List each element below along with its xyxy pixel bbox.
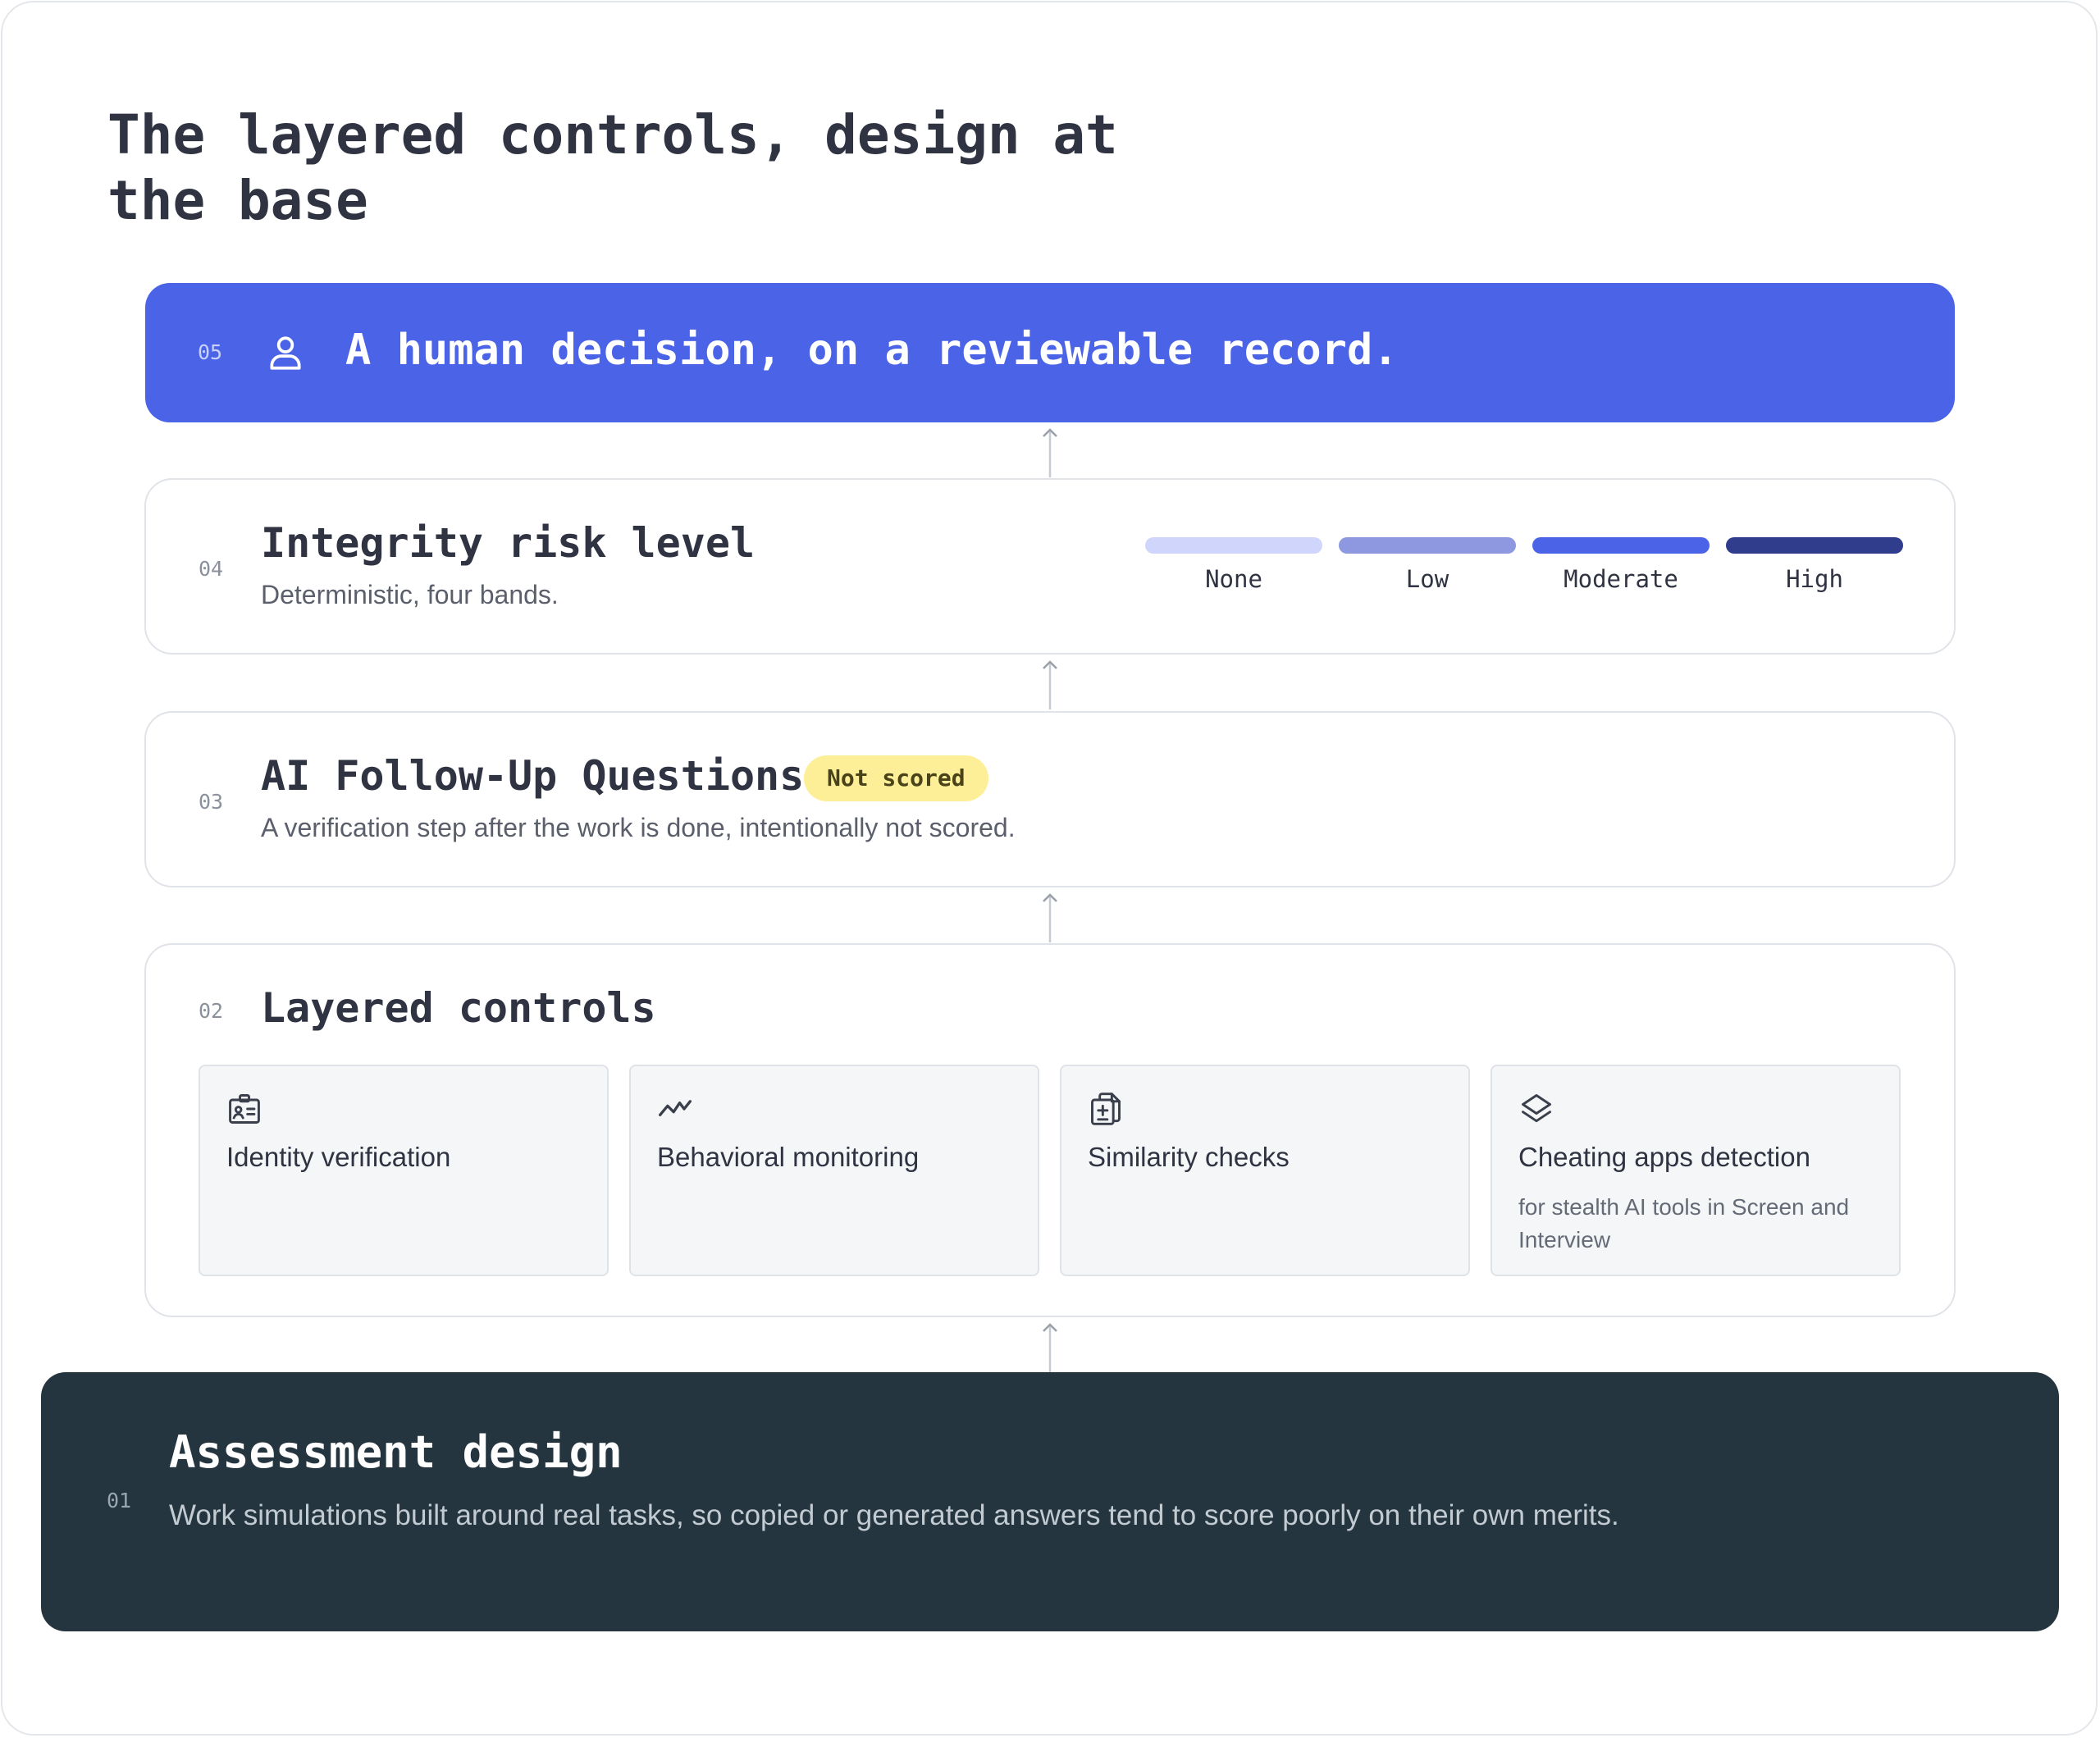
connector-arrow [1043, 1323, 1057, 1372]
card-label: Cheating apps detection [1518, 1142, 1810, 1172]
risk-band-bar [1339, 537, 1516, 554]
risk-band-none: None [1145, 537, 1322, 593]
documents-icon [1091, 1093, 1121, 1125]
risk-band-label: Moderate [1564, 565, 1678, 593]
layer-integrity-risk: 04 Integrity risk level Deterministic, f… [144, 478, 1956, 655]
control-card-similarity-checks: Similarity checks [1060, 1065, 1470, 1276]
layer-human-decision: 05 A human decision, on a reviewable rec… [145, 283, 1955, 422]
layer-number: 05 [198, 340, 223, 364]
connector-arrow [1043, 893, 1057, 942]
layer-description: Work simulations built around real tasks… [169, 1499, 1619, 1531]
id-card-icon [229, 1094, 260, 1124]
card-label: Identity verification [226, 1142, 451, 1172]
layer-number: 03 [199, 790, 224, 814]
page-title: The layered controls, design at the base [107, 103, 1118, 232]
not-scored-badge: Not scored [804, 755, 988, 801]
layer-ai-follow-up: 03 AI Follow-Up Questions Not scored A v… [144, 711, 1956, 887]
card-label: Similarity checks [1088, 1142, 1290, 1172]
layer-layered-controls: 02 Layered controls Identity verificatio… [144, 943, 1956, 1317]
layers-icon [1522, 1094, 1551, 1123]
layer-description: Deterministic, four bands. [261, 580, 559, 609]
layer-number: 04 [199, 557, 224, 581]
risk-band-low: Low [1339, 537, 1516, 593]
layer-title: AI Follow-Up Questions [261, 752, 805, 800]
control-card-behavioral-monitoring: Behavioral monitoring [629, 1065, 1039, 1276]
card-label: Behavioral monitoring [657, 1142, 920, 1172]
control-card-identity-verification: Identity verification [199, 1065, 609, 1276]
risk-band-label: None [1205, 565, 1262, 593]
person-icon [270, 336, 301, 370]
risk-band-bar [1145, 537, 1322, 554]
risk-band-moderate: Moderate [1532, 537, 1710, 593]
layer-number: 02 [199, 999, 224, 1023]
connector-arrow [1043, 428, 1057, 477]
card-sublabel: for stealth AI tools in Screen and Inter… [1518, 1194, 1850, 1252]
risk-band-bar [1726, 537, 1903, 554]
layer-title: A human decision, on a reviewable record… [345, 326, 1399, 375]
risk-band-high: High [1726, 537, 1903, 593]
layer-number: 01 [107, 1489, 132, 1512]
layer-description: A verification step after the work is do… [261, 813, 1016, 842]
connector-arrow [1043, 660, 1057, 709]
layer-assessment-design: 01 Assessment design Work simulations bu… [41, 1372, 2059, 1631]
control-card-cheating-apps-detection: Cheating apps detection for stealth AI t… [1491, 1065, 1901, 1276]
risk-band-label: High [1786, 565, 1843, 593]
activity-icon [659, 1100, 692, 1116]
layer-title: Integrity risk level [261, 519, 756, 567]
layer-title: Layered controls [261, 984, 656, 1032]
risk-band-label: Low [1405, 565, 1449, 593]
risk-band-bar [1532, 537, 1710, 554]
layer-title: Assessment design [169, 1426, 623, 1478]
